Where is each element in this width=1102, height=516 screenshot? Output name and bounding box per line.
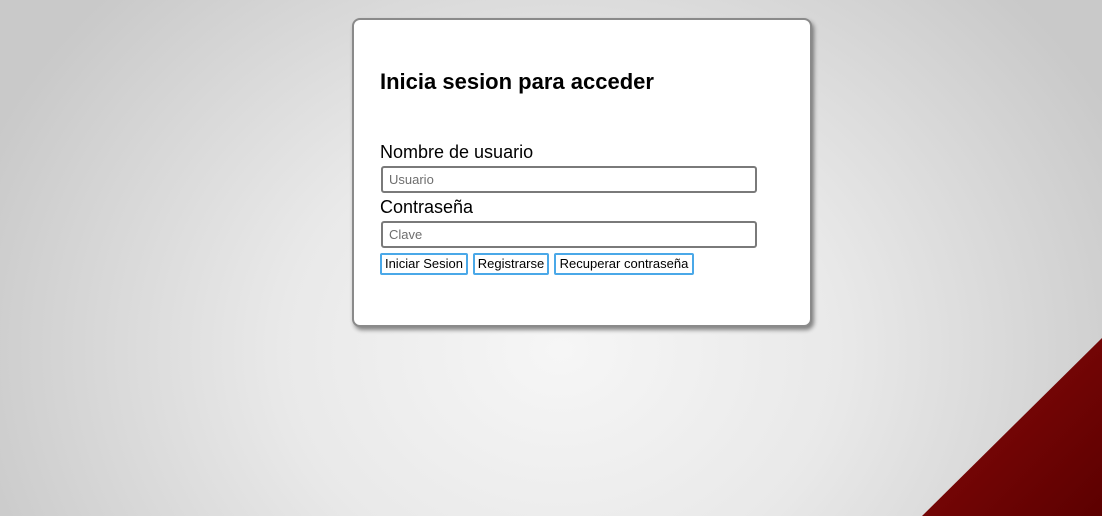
password-input[interactable] [381,221,757,248]
register-button[interactable]: Registrarse [473,253,549,275]
login-card: Inicia sesion para acceder Nombre de usu… [352,18,812,327]
recover-password-button[interactable]: Recuperar contraseña [554,253,694,275]
username-label: Nombre de usuario [380,142,534,162]
login-button[interactable]: Iniciar Sesion [380,253,468,275]
page-title: Inicia sesion para acceder [380,69,654,94]
username-input[interactable] [381,166,757,193]
password-label: Contraseña [380,197,474,217]
corner-decoration [922,338,1102,516]
